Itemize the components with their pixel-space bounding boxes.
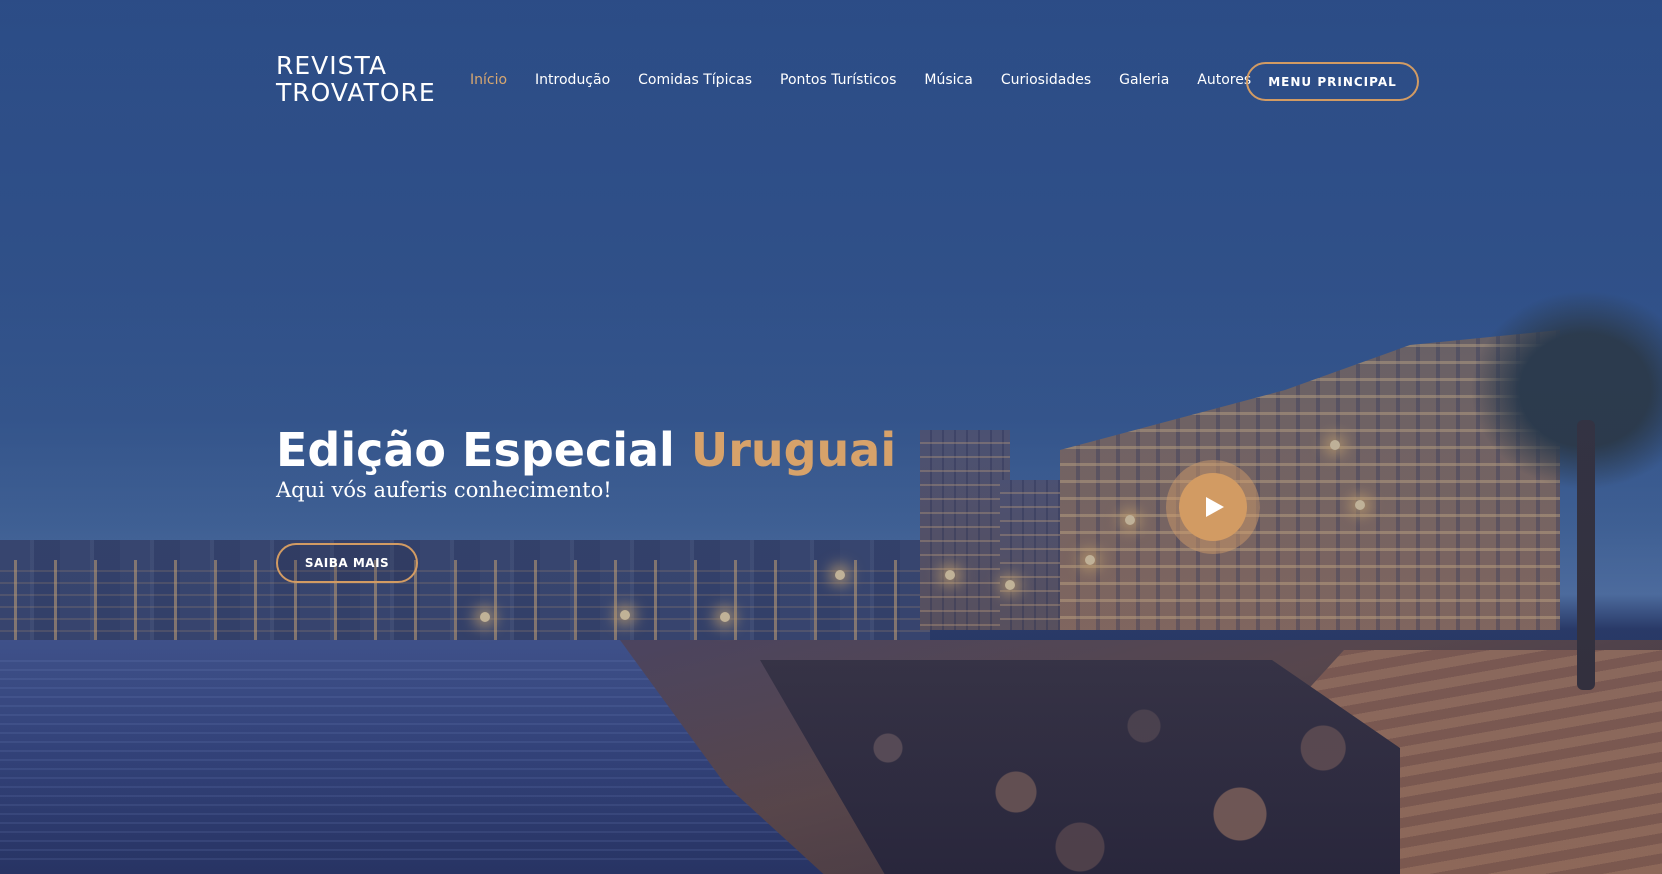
hero-title-main: Edição Especial	[276, 423, 675, 477]
nav-item-pontos-turisticos[interactable]: Pontos Turísticos	[780, 72, 896, 88]
nav-item-introducao[interactable]: Introdução	[535, 72, 610, 88]
hero-title-accent: Uruguai	[690, 423, 897, 477]
play-icon	[1206, 497, 1224, 517]
main-nav: Início Introdução Comidas Típicas Pontos…	[470, 72, 1279, 88]
menu-principal-button[interactable]: MENU PRINCIPAL	[1246, 62, 1419, 101]
logo-line-2: TROVATORE	[276, 78, 436, 107]
logo-line-1: REVISTA	[276, 51, 387, 80]
hero-subtitle: Aqui vós auferis conhecimento!	[276, 478, 612, 502]
site-logo[interactable]: REVISTA TROVATORE	[276, 52, 436, 106]
site-header: REVISTA TROVATORE Início Introdução Comi…	[0, 0, 1662, 160]
saiba-mais-button[interactable]: SAIBA MAIS	[276, 543, 418, 583]
video-play-button[interactable]	[1166, 460, 1260, 554]
hero-title: Edição Especial Uruguai	[276, 424, 896, 476]
nav-item-inicio[interactable]: Início	[470, 72, 507, 88]
nav-item-autores[interactable]: Autores	[1197, 72, 1251, 88]
play-button-circle[interactable]	[1179, 473, 1247, 541]
nav-item-comidas-tipicas[interactable]: Comidas Típicas	[638, 72, 752, 88]
nav-item-galeria[interactable]: Galeria	[1119, 72, 1169, 88]
nav-item-musica[interactable]: Música	[924, 72, 972, 88]
hero-section: Edição Especial Uruguai Aqui vós auferis…	[276, 424, 896, 502]
nav-item-curiosidades[interactable]: Curiosidades	[1001, 72, 1091, 88]
